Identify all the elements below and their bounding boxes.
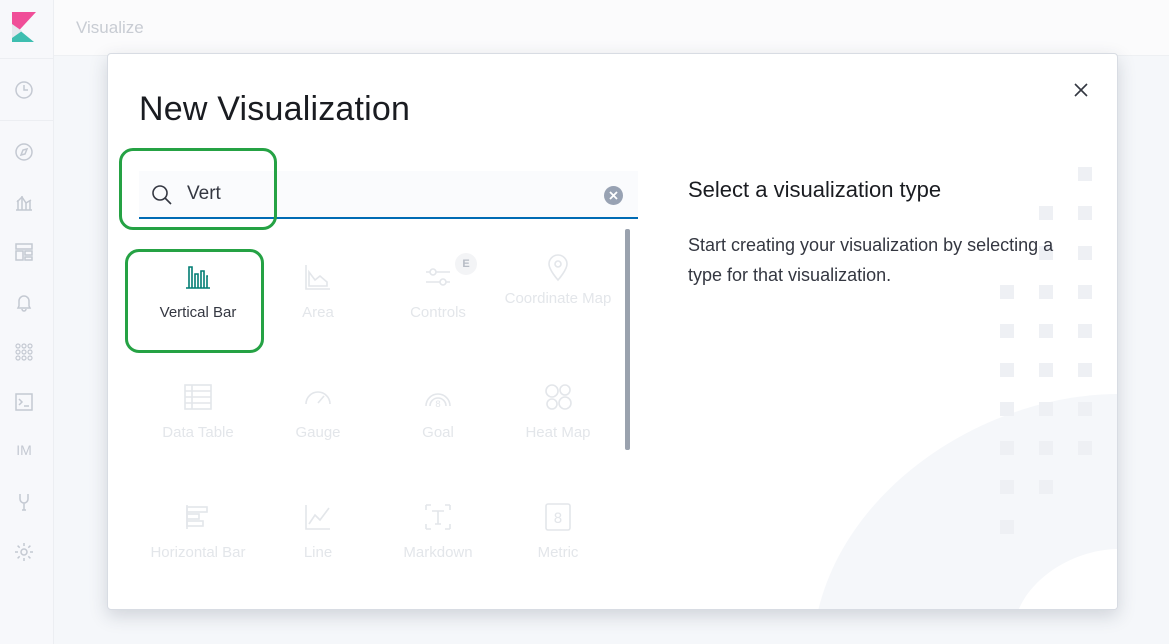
experimental-badge: E xyxy=(455,253,477,275)
description-title: Select a visualization type xyxy=(688,177,942,202)
type-card-label: Line xyxy=(303,544,333,561)
kibana-logo[interactable] xyxy=(12,12,36,42)
type-card-label: Markdown xyxy=(403,544,473,561)
line-chart-icon xyxy=(302,501,334,533)
gear-icon[interactable] xyxy=(12,540,36,564)
background-decoration xyxy=(818,167,1117,609)
clear-search-button[interactable] xyxy=(604,186,623,205)
horizontal-bar-icon xyxy=(182,501,214,533)
apps-icon[interactable] xyxy=(12,340,36,364)
type-card-markdown: Markdown xyxy=(379,469,497,587)
search-field[interactable] xyxy=(139,171,638,219)
description-text: Start creating your visualization by sel… xyxy=(688,235,1054,285)
type-card-gauge: Gauge xyxy=(259,349,377,467)
type-card-goal: 8 Goal xyxy=(379,349,497,467)
console-icon[interactable] xyxy=(12,390,36,414)
modal-title: New Visualization xyxy=(139,90,411,128)
type-card-coordinate-map: Coordinate Map xyxy=(499,229,617,347)
side-navigation: IM xyxy=(0,0,54,644)
compass-icon[interactable] xyxy=(12,140,36,164)
nav-divider xyxy=(0,58,54,59)
nav-item-im[interactable]: IM xyxy=(8,442,40,458)
wrench-icon[interactable] xyxy=(12,490,36,514)
type-card-data-table: Data Table xyxy=(139,349,257,467)
type-card-label: Heat Map xyxy=(525,424,591,441)
gauge-icon xyxy=(302,381,334,413)
type-card-line: Line xyxy=(259,469,377,587)
dashboard-icon[interactable] xyxy=(12,240,36,264)
visualization-type-grid: Vertical Bar Area E Controls Coordinate … xyxy=(139,229,623,609)
controls-icon xyxy=(422,261,454,293)
type-card-horizontal-bar: Horizontal Bar xyxy=(139,469,257,587)
search-input[interactable] xyxy=(187,171,587,217)
goal-icon: 8 xyxy=(422,381,454,413)
svg-text:8: 8 xyxy=(554,511,563,527)
type-card-label: Goal xyxy=(422,424,454,441)
type-card-label: Coordinate Map xyxy=(504,290,612,307)
type-card-label: Data Table xyxy=(162,424,234,441)
type-card-label: Area xyxy=(302,304,334,321)
markdown-icon xyxy=(422,501,454,533)
search-icon xyxy=(152,185,172,205)
type-card-label: Controls xyxy=(410,304,466,321)
type-card-label: Gauge xyxy=(295,424,341,441)
area-chart-icon xyxy=(302,261,334,293)
type-card-controls: E Controls xyxy=(379,229,497,347)
clock-icon[interactable] xyxy=(12,78,36,102)
new-visualization-modal: New Visualization Vertical Bar Area E xyxy=(107,53,1118,610)
svg-text:8: 8 xyxy=(435,400,441,410)
map-pin-icon xyxy=(542,251,574,283)
type-card-label: Metric xyxy=(537,544,579,561)
grid-scrollbar[interactable] xyxy=(625,229,630,450)
close-icon xyxy=(1074,83,1088,97)
type-card-vertical-bar[interactable]: Vertical Bar xyxy=(139,229,257,347)
vertical-bar-icon xyxy=(182,261,214,293)
chart-icon[interactable] xyxy=(12,190,36,214)
close-button[interactable] xyxy=(1071,80,1091,100)
table-icon xyxy=(182,381,214,413)
type-card-label: Horizontal Bar xyxy=(150,544,246,561)
type-card-label: Vertical Bar xyxy=(159,304,237,321)
app-title[interactable]: Visualize xyxy=(76,18,144,38)
type-card-metric: 8 Metric xyxy=(499,469,617,587)
nav-divider xyxy=(0,120,54,121)
top-header: Visualize xyxy=(54,0,1169,56)
clear-icon xyxy=(609,191,618,200)
heatmap-icon xyxy=(542,381,574,413)
bell-icon[interactable] xyxy=(12,290,36,314)
type-card-heat-map: Heat Map xyxy=(499,349,617,467)
metric-icon: 8 xyxy=(542,501,574,533)
type-card-area: Area xyxy=(259,229,377,347)
